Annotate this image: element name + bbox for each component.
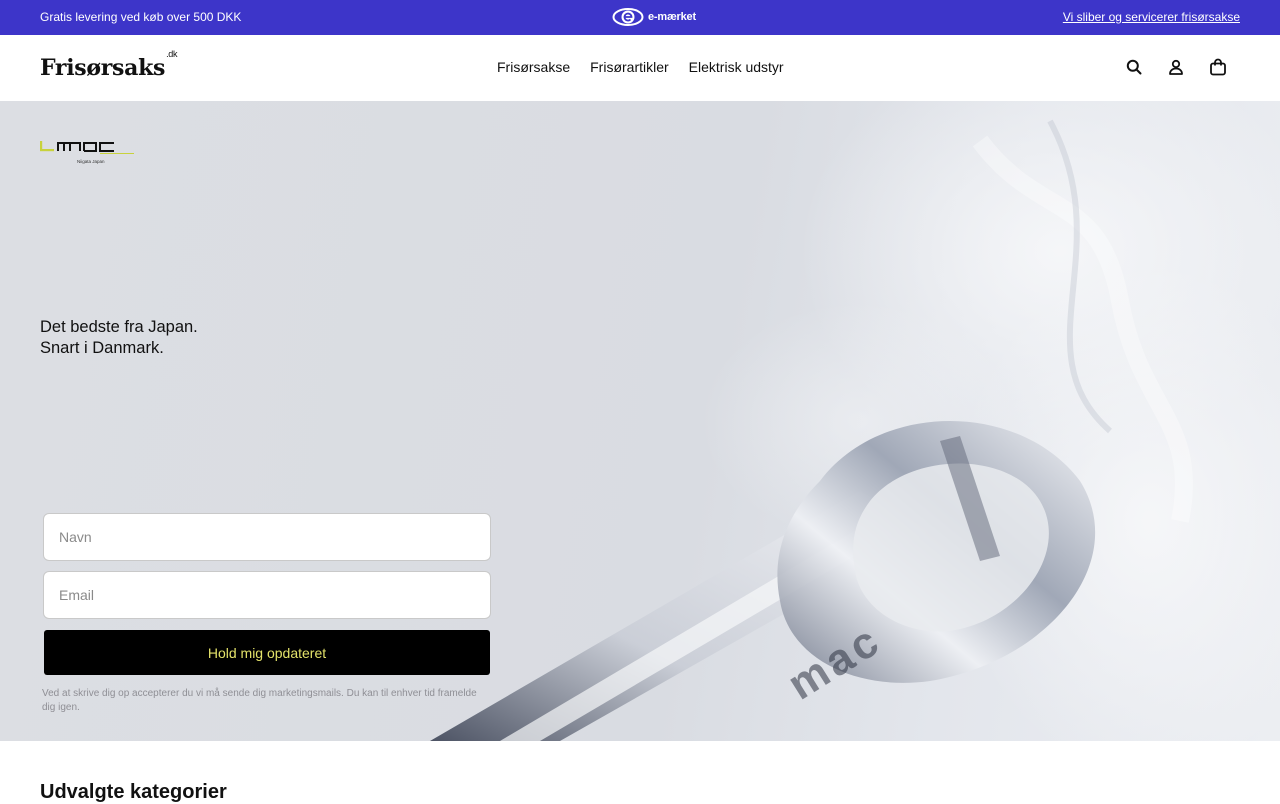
service-link[interactable]: Vi sliber og servicerer frisørsakse [1063,10,1240,24]
headline-line-2: Snart i Danmark. [40,339,164,357]
search-icon[interactable] [1124,57,1144,77]
logo-suffix: .dk [166,48,178,59]
nav-item-frisorartikler[interactable]: Frisørartikler [590,59,669,75]
site-logo[interactable]: Frisørsaks.dk [40,49,178,81]
account-icon[interactable] [1166,57,1186,77]
marketing-disclaimer: Ved at skrive dig op accepterer du vi må… [42,688,477,713]
logo-text: Frisørsaks [40,55,166,81]
announcement-bar: Gratis levering ved køb over 500 DKK e-m… [0,0,1280,35]
e-maerket-badge[interactable]: e-mærket [612,7,696,27]
cart-icon[interactable] [1208,57,1228,77]
subscribe-button[interactable]: Hold mig opdateret [44,630,490,675]
site-header: Frisørsaks.dk Frisørsakse Frisørartikler… [0,35,1280,101]
headline-line-1: Det bedste fra Japan. [40,318,198,336]
featured-categories-title: Udvalgte kategorier [40,781,227,803]
nav-item-elektrisk-udstyr[interactable]: Elektrisk udstyr [689,59,784,75]
e-maerket-icon [612,8,644,26]
hero-headline: Det bedste fra Japan. Snart i Danmark. [40,317,198,359]
e-maerket-label: e-mærket [648,11,696,23]
email-field[interactable] [43,571,491,619]
free-shipping-text: Gratis levering ved køb over 500 DKK [40,10,242,24]
name-field[interactable] [43,513,491,561]
main-nav: Frisørsakse Frisørartikler Elektrisk uds… [497,59,784,75]
mac-brand-subtitle: Niigata Japan [77,159,105,164]
hero-section: mac Niigata Japan Det bedste fra Japan. … [0,101,1280,741]
header-actions [1124,57,1228,77]
mac-brand-logo: Niigata Japan [40,139,140,174]
nav-item-frisorsakse[interactable]: Frisørsakse [497,59,570,75]
